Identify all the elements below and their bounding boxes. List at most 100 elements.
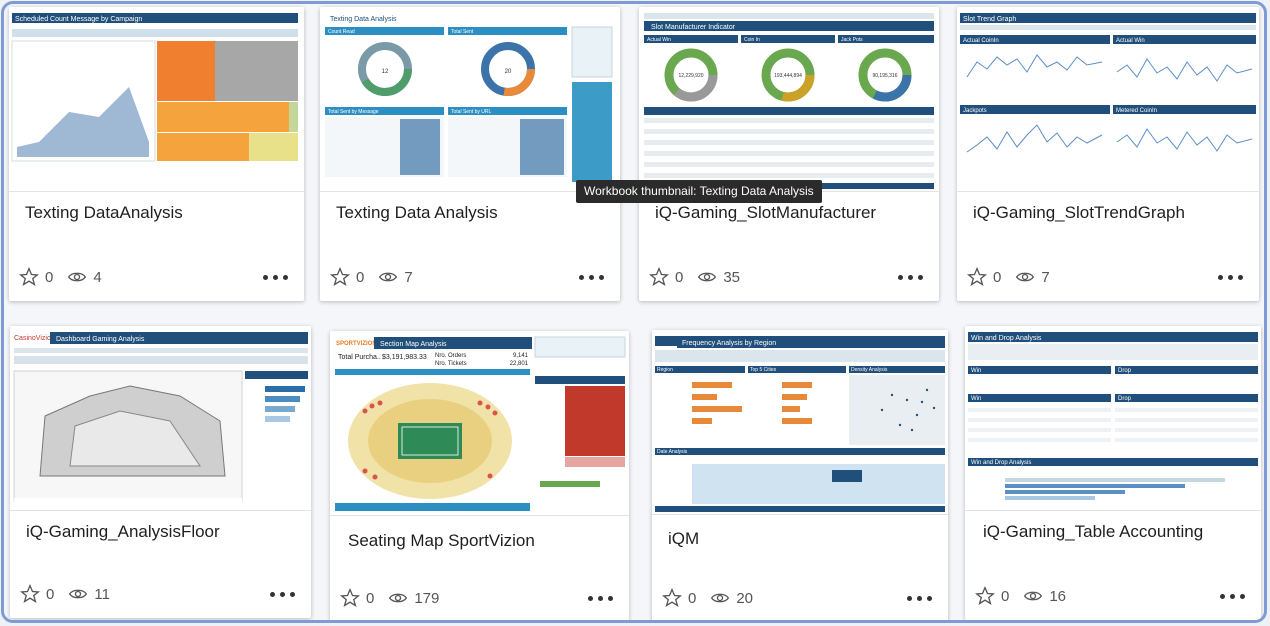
workbook-card[interactable]: Texting Data Analysis Count Read Total S… [320, 7, 620, 301]
svg-text:CasinoVizion: CasinoVizion [14, 335, 55, 342]
more-options-button[interactable] [1218, 590, 1247, 603]
svg-text:Win and Drop Analysis: Win and Drop Analysis [971, 335, 1042, 342]
svg-text:Count Read: Count Read [328, 29, 355, 35]
eye-icon [379, 272, 398, 282]
star-icon[interactable] [662, 588, 682, 608]
star-icon[interactable] [967, 267, 987, 287]
card-footer: 0 11 [20, 582, 297, 606]
thumbnail-tooltip: Workbook thumbnail: Texting Data Analysi… [576, 180, 822, 203]
more-options-button[interactable] [905, 592, 934, 605]
svg-text:Scheduled Count Message by Cam: Scheduled Count Message by Campaign [15, 16, 142, 23]
card-footer: 0 4 [19, 265, 290, 289]
svg-text:Dashboard Gaming Analysis: Dashboard Gaming Analysis [56, 336, 145, 343]
star-icon[interactable] [975, 586, 995, 606]
workbook-thumbnail[interactable]: SPORTVIZION Section Map Analysis Total P… [330, 331, 629, 516]
workbook-thumbnail[interactable]: Slot Manufacturer Indicator Actual Win C… [639, 7, 939, 192]
workbook-card[interactable]: Win and Drop Analysis Win Drop Win Drop … [965, 326, 1261, 620]
svg-text:12,229,920: 12,229,920 [678, 73, 703, 79]
svg-text:Total Purcha..: Total Purcha.. [338, 354, 381, 361]
workbook-thumbnail[interactable]: Scheduled Count Message by Campaign [9, 7, 304, 192]
view-count: 20 [736, 589, 754, 607]
eye-icon [68, 272, 87, 282]
svg-text:193,444,894: 193,444,894 [774, 73, 802, 79]
workbook-card[interactable]: Slot Trend Graph Actual CoinIn Actual Wi… [957, 7, 1259, 301]
view-count: 7 [404, 268, 413, 286]
workbook-thumbnail[interactable]: Frequency Analysis by Region Region Top … [652, 330, 948, 515]
more-options-button[interactable] [1216, 271, 1245, 284]
star-icon[interactable] [330, 267, 350, 287]
eye-icon [711, 593, 730, 603]
svg-text:Total Sent by URL: Total Sent by URL [451, 109, 492, 115]
workbook-thumbnail[interactable]: Win and Drop Analysis Win Drop Win Drop … [965, 326, 1261, 511]
svg-text:90,195,316: 90,195,316 [872, 73, 897, 79]
eye-icon [69, 589, 88, 599]
card-footer: 0 35 [649, 265, 925, 289]
workbook-thumbnail[interactable]: Slot Trend Graph Actual CoinIn Actual Wi… [957, 7, 1259, 192]
workbook-title[interactable]: Texting DataAnalysis [25, 203, 294, 223]
view-count: 11 [94, 585, 110, 603]
more-options-button[interactable] [577, 271, 606, 284]
more-options-button[interactable] [586, 592, 615, 605]
svg-text:Jack Pots: Jack Pots [841, 37, 863, 43]
workbook-thumbnail[interactable]: Texting Data Analysis Count Read Total S… [320, 7, 620, 192]
svg-text:Slot Trend Graph: Slot Trend Graph [963, 16, 1016, 23]
svg-text:Section Map Analysis: Section Map Analysis [380, 341, 447, 348]
svg-text:Drop: Drop [1118, 396, 1132, 402]
svg-text:Nro. Tickets: Nro. Tickets [435, 361, 467, 367]
star-icon[interactable] [340, 588, 360, 608]
favorite-count: 0 [1001, 587, 1010, 605]
workbook-title[interactable]: Texting Data Analysis [336, 203, 610, 223]
svg-text:Nro. Orders: Nro. Orders [435, 353, 466, 359]
workbook-title[interactable]: iQ-Gaming_SlotManufacturer [655, 203, 929, 223]
svg-text:Actual CoinIn: Actual CoinIn [963, 38, 999, 44]
svg-text:Actual Win: Actual Win [1116, 38, 1145, 44]
svg-text:Total Sent by Message: Total Sent by Message [328, 109, 379, 115]
favorite-count: 0 [45, 268, 54, 286]
svg-text:Date Analysis: Date Analysis [657, 449, 688, 455]
more-options-button[interactable] [896, 271, 925, 284]
svg-text:Region: Region [657, 367, 673, 373]
card-footer: 0 7 [330, 265, 606, 289]
svg-text:Density Analysis: Density Analysis [851, 367, 888, 373]
workbook-title[interactable]: Seating Map SportVizion [348, 531, 619, 551]
workbook-title[interactable]: iQ-Gaming_AnalysisFloor [26, 522, 301, 542]
svg-text:$3,191,983.33: $3,191,983.33 [382, 354, 427, 361]
svg-text:Slot Manufacturer Indicator: Slot Manufacturer Indicator [651, 24, 736, 31]
workbook-card[interactable]: Scheduled Count Message by Campaign Text… [9, 7, 304, 301]
card-footer: 0 7 [967, 265, 1245, 289]
more-options-button[interactable] [261, 271, 290, 284]
eye-icon [1024, 591, 1043, 601]
workbook-thumbnail[interactable]: CasinoVizion Dashboard Gaming Analysis [10, 326, 311, 511]
workbook-card[interactable]: CasinoVizion Dashboard Gaming Analysis i… [10, 326, 311, 618]
star-icon[interactable] [19, 267, 39, 287]
eye-icon [698, 272, 717, 282]
workbook-title[interactable]: iQ-Gaming_SlotTrendGraph [973, 203, 1249, 223]
star-icon[interactable] [649, 267, 669, 287]
favorite-count: 0 [366, 589, 375, 607]
svg-text:Metered CoinIn: Metered CoinIn [1116, 108, 1157, 114]
view-count: 7 [1041, 268, 1050, 286]
eye-icon [389, 593, 408, 603]
svg-text:Frequency Analysis by Region: Frequency Analysis by Region [682, 340, 776, 347]
favorite-count: 0 [46, 585, 55, 603]
eye-icon [1016, 272, 1035, 282]
view-count: 179 [414, 589, 440, 607]
workbook-card[interactable]: Frequency Analysis by Region Region Top … [652, 330, 948, 620]
favorite-count: 0 [688, 589, 697, 607]
favorite-count: 0 [356, 268, 365, 286]
svg-text:Actual Win: Actual Win [647, 37, 671, 43]
star-icon[interactable] [20, 584, 40, 604]
svg-text:Coin In: Coin In [744, 37, 760, 43]
card-footer: 0 16 [975, 584, 1247, 608]
view-count: 16 [1049, 587, 1067, 605]
workbook-title[interactable]: iQ-Gaming_Table Accounting [983, 522, 1251, 542]
svg-text:Texting Data Analysis: Texting Data Analysis [330, 16, 397, 23]
workbook-title[interactable]: iQM [668, 529, 938, 549]
workbook-card[interactable]: SPORTVIZION Section Map Analysis Total P… [330, 331, 629, 620]
more-options-button[interactable] [268, 588, 297, 601]
favorite-count: 0 [993, 268, 1002, 286]
svg-text:Total Sent: Total Sent [451, 29, 474, 35]
svg-text:12: 12 [382, 69, 389, 75]
workbook-card[interactable]: Slot Manufacturer Indicator Actual Win C… [639, 7, 939, 301]
svg-text:20: 20 [505, 69, 512, 75]
